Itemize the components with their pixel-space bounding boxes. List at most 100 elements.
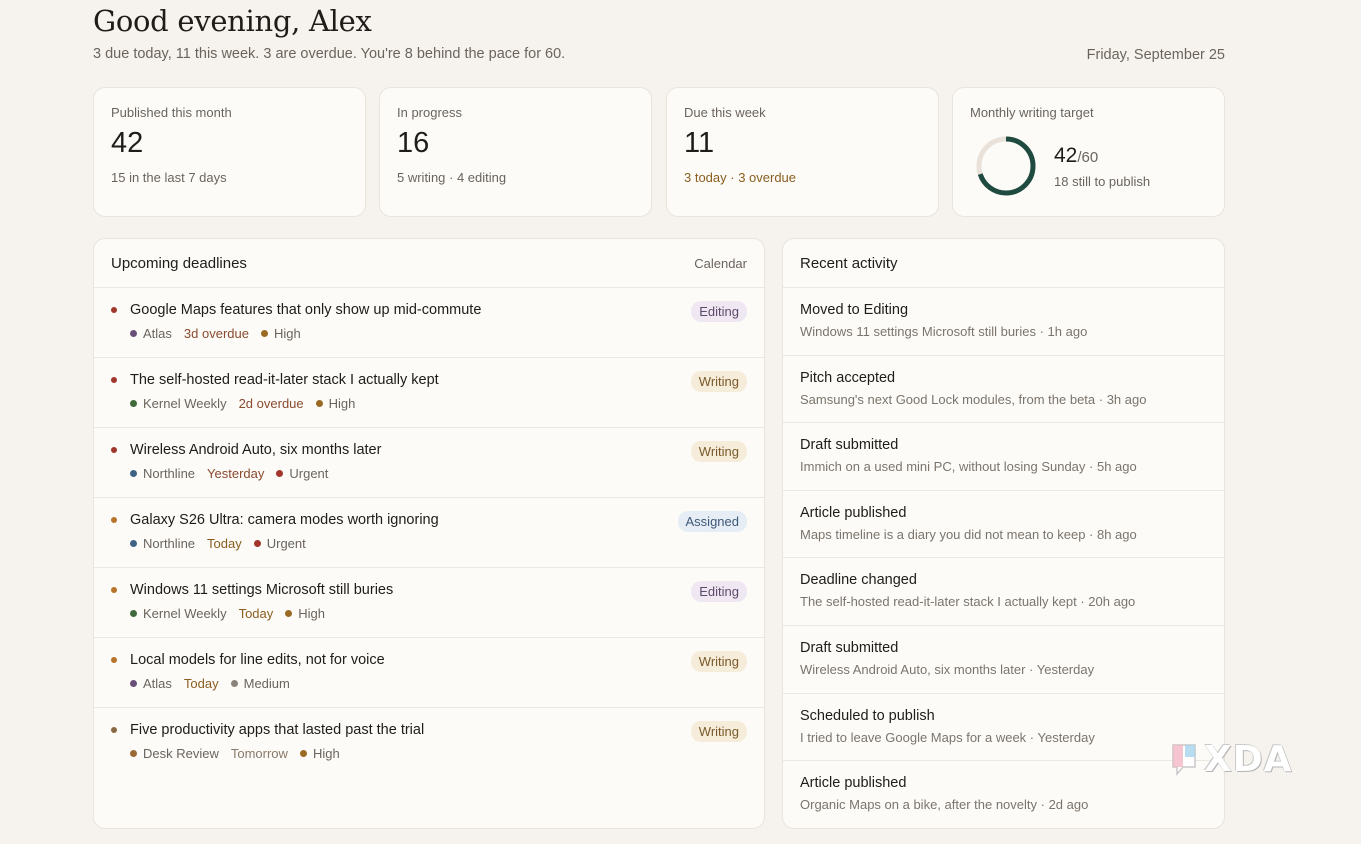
deadline-bullet [111,517,117,523]
deadline-list: Google Maps features that only show up m… [94,288,764,778]
deadline-bullet [111,727,117,733]
deadline-row[interactable]: Google Maps features that only show up m… [94,288,764,358]
target-value-line: 42/60 [1054,144,1150,168]
activity-sub: Immich on a used mini PC, without losing… [800,459,1137,475]
stat-card-due-week: Due this week 11 3 today · 3 overdue [666,87,939,217]
deadline-row[interactable]: Wireless Android Auto, six months later … [94,428,764,498]
stat-card-target: Monthly writing target 42/60 18 still to… [952,87,1225,217]
status-badge[interactable]: Writing [690,441,747,462]
current-date: Friday, September 25 [1086,47,1225,63]
stat-label: Due this week [684,105,766,120]
target-value: 42 [1054,143,1078,167]
deadline-due: Tomorrow [230,746,288,761]
stat-card-published: Published this month 42 15 in the last 7… [93,87,366,217]
activity-sub: I tried to leave Google Maps for a week … [800,729,1095,745]
activity-row[interactable]: Deadline changed The self-hosted read-it… [783,558,1224,626]
activity-title: Draft submitted [800,639,899,656]
activity-row[interactable]: Draft submitted Immich on a used mini PC… [783,423,1224,491]
activity-title: Article published [800,504,907,521]
deadline-due: 3d overdue [183,326,249,341]
deadline-meta: Northline Yesterday Urgent [130,466,747,481]
deadline-outlet: Kernel Weekly [143,606,227,621]
activity-sub: Windows 11 settings Microsoft still buri… [800,324,1088,339]
stat-card-in-progress: In progress 16 5 writing · 4 editing [379,87,652,217]
outlet-dot [130,750,137,757]
deadline-outlet: Northline [143,536,196,551]
activity-list: Moved to Editing Windows 11 settings Mic… [783,288,1224,829]
deadline-priority: Urgent [266,536,306,551]
deadline-priority: High [298,606,326,621]
priority-dot [299,750,307,757]
stat-value: 11 [684,127,715,159]
status-badge[interactable]: Editing [691,301,747,322]
upcoming-deadlines-panel: Upcoming deadlines Calendar Google Maps … [93,238,765,829]
deadline-meta: Kernel Weekly 2d overdue High [130,396,747,411]
activity-row[interactable]: Article published Maps timeline is a dia… [783,491,1224,559]
activity-row[interactable]: Moved to Editing Windows 11 settings Mic… [783,288,1224,356]
deadline-row[interactable]: The self-hosted read-it-later stack I ac… [94,358,764,428]
deadline-row[interactable]: Five productivity apps that lasted past … [94,708,764,778]
activity-sub: Maps timeline is a diary you did not mea… [800,526,1137,542]
deadline-priority: High [328,396,356,411]
deadline-outlet: Northline [143,466,196,481]
deadline-priority: High [312,746,340,761]
deadline-bullet [111,447,117,453]
deadline-meta: Atlas Today Medium [130,676,747,691]
stat-label: In progress [397,105,463,120]
deadline-bullet [111,377,117,383]
deadline-outlet: Kernel Weekly [143,396,227,411]
activity-title: Pitch accepted [800,369,896,386]
recent-activity-panel: Recent activity Moved to Editing Windows… [782,238,1225,829]
activity-sub: The self-hosted read-it-later stack I ac… [800,594,1136,610]
priority-dot [315,400,323,407]
status-badge[interactable]: Writing [690,371,747,392]
greeting: Good evening, Alex [93,4,372,38]
deadline-outlet: Atlas [143,676,172,691]
stat-value: 42 [111,127,144,159]
priority-dot [276,470,284,477]
target-label: Monthly writing target [970,105,1094,120]
activity-row[interactable]: Pitch accepted Samsung's next Good Lock … [783,356,1224,424]
calendar-link[interactable]: Calendar [694,256,747,271]
deadline-outlet: Atlas [143,326,172,341]
status-badge[interactable]: Writing [690,721,747,742]
xda-logo-icon [1172,744,1196,777]
outlet-dot [130,330,137,337]
stat-sub: 15 in the last 7 days [111,170,227,185]
deadline-meta: Atlas 3d overdue High [130,326,747,341]
deadline-row[interactable]: Local models for line edits, not for voi… [94,638,764,708]
deadline-row[interactable]: Windows 11 settings Microsoft still buri… [94,568,764,638]
deadline-row[interactable]: Galaxy S26 Ultra: camera modes worth ign… [94,498,764,568]
activity-sub: Organic Maps on a bike, after the novelt… [800,797,1089,813]
summary-line: 3 due today, 11 this week. 3 are overdue… [93,46,566,62]
panel-title: Upcoming deadlines [111,254,247,272]
priority-dot [260,330,268,337]
deadline-meta: Northline Today Urgent [130,536,747,551]
deadline-due: 2d overdue [238,396,304,411]
activity-title: Scheduled to publish [800,707,935,724]
deadline-bullet [111,587,117,593]
outlet-dot [130,540,137,547]
panel-title: Recent activity [800,254,898,272]
activity-title: Moved to Editing [800,302,909,318]
status-badge[interactable]: Assigned [677,511,747,532]
activity-title: Article published [800,775,907,792]
target-of: /60 [1077,148,1099,166]
outlet-dot [130,400,137,407]
activity-row[interactable]: Draft submitted Wireless Android Auto, s… [783,626,1224,694]
activity-sub: Wireless Android Auto, six months later … [800,661,1095,677]
activity-row[interactable]: Article published Organic Maps on a bike… [783,761,1224,829]
deadline-bullet [111,307,117,313]
outlet-dot [130,470,137,477]
outlet-dot [130,610,137,617]
priority-dot [285,610,293,617]
activity-row[interactable]: Scheduled to publish I tried to leave Go… [783,694,1224,762]
deadline-title: Five productivity apps that lasted past … [130,722,425,738]
deadline-meta: Desk Review Tomorrow High [130,746,747,761]
target-sub: 18 still to publish [1054,173,1151,189]
status-badge[interactable]: Editing [691,581,747,602]
deadline-due: Today [238,606,274,621]
status-badge[interactable]: Writing [690,651,747,672]
deadline-priority: Urgent [289,466,329,481]
priority-dot [230,680,238,687]
